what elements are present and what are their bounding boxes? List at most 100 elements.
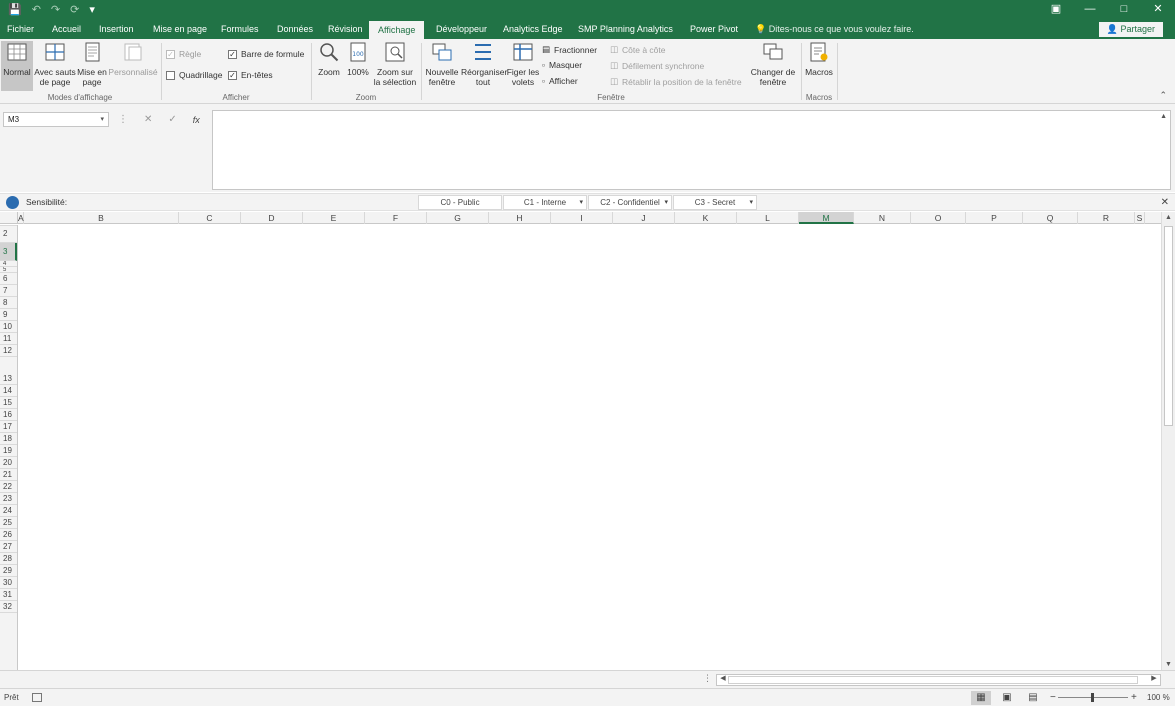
- row-header-31[interactable]: 31: [0, 589, 17, 601]
- row-header-32[interactable]: 32: [0, 601, 17, 613]
- tab-accueil[interactable]: Accueil: [52, 20, 81, 39]
- row-header-12[interactable]: 12: [0, 345, 17, 357]
- row-header-20[interactable]: 20: [0, 457, 17, 469]
- select-all-corner[interactable]: [0, 212, 18, 224]
- column-header-k[interactable]: K: [675, 212, 737, 224]
- column-header-s[interactable]: S: [1135, 212, 1145, 224]
- close-icon[interactable]: ✕: [1141, 0, 1175, 20]
- column-header-b[interactable]: B: [24, 212, 179, 224]
- freeze-panes-button[interactable]: Figer les volets: [506, 41, 540, 87]
- row-header-10[interactable]: 10: [0, 321, 17, 333]
- zoom-level[interactable]: 100 %: [1147, 689, 1170, 707]
- row-header-18[interactable]: 18: [0, 433, 17, 445]
- column-header-l[interactable]: L: [737, 212, 799, 224]
- scroll-up-icon[interactable]: ▲: [1162, 214, 1175, 221]
- ruler-checkbox[interactable]: ✓ Règle: [166, 49, 201, 59]
- column-header-g[interactable]: G: [427, 212, 489, 224]
- normal-view-button[interactable]: Normal: [1, 41, 33, 91]
- collapse-ribbon-icon[interactable]: ⌃: [1159, 90, 1167, 101]
- tab-insertion[interactable]: Insertion: [99, 20, 134, 39]
- vertical-scrollbar[interactable]: ▲ ▼: [1161, 212, 1175, 670]
- row-header-15[interactable]: 15: [0, 397, 17, 409]
- scroll-right-icon[interactable]: ▶: [1149, 674, 1159, 682]
- splitter-handle[interactable]: ⋮: [703, 673, 712, 684]
- tab-mise-en-page[interactable]: Mise en page: [153, 20, 207, 39]
- macros-button[interactable]: Macros: [804, 41, 834, 77]
- column-header-m[interactable]: M: [799, 212, 854, 224]
- side-by-side-button[interactable]: ◫ Côte à côte: [610, 44, 666, 55]
- column-header-q[interactable]: Q: [1023, 212, 1078, 224]
- column-header-p[interactable]: P: [966, 212, 1023, 224]
- hide-button[interactable]: ▫ Masquer: [542, 60, 582, 70]
- reset-position-button[interactable]: ◫ Rétablir la position de la fenêtre: [610, 76, 742, 87]
- zoom-100-button[interactable]: 100 100%: [345, 41, 371, 77]
- tab-données[interactable]: Données: [277, 20, 313, 39]
- enter-icon[interactable]: ✓: [168, 114, 176, 125]
- macro-recording-icon[interactable]: [32, 693, 42, 702]
- row-header-24[interactable]: 24: [0, 505, 17, 517]
- cancel-icon[interactable]: ✕: [144, 114, 152, 125]
- tab-analytics-edge[interactable]: Analytics Edge: [503, 20, 563, 39]
- arrange-all-button[interactable]: Réorganiser tout: [461, 41, 507, 87]
- tab-affichage[interactable]: Affichage: [369, 20, 425, 39]
- scroll-left-icon[interactable]: ◀: [718, 674, 728, 682]
- headings-checkbox[interactable]: ✓ En-têtes: [228, 70, 273, 80]
- tab-smp-planning-analytics[interactable]: SMP Planning Analytics: [578, 20, 673, 39]
- unhide-button[interactable]: ▫ Afficher: [542, 76, 578, 86]
- redo-icon[interactable]: ↷: [51, 2, 60, 18]
- column-header-d[interactable]: D: [241, 212, 303, 224]
- row-header-14[interactable]: 14: [0, 385, 17, 397]
- row-header-2[interactable]: 2: [0, 225, 17, 243]
- refresh-icon[interactable]: ⟳: [70, 2, 79, 18]
- name-box[interactable]: M3 ▾: [3, 112, 109, 127]
- column-header-n[interactable]: N: [854, 212, 911, 224]
- split-button[interactable]: ▤ Fractionner: [542, 44, 597, 55]
- row-header-17[interactable]: 17: [0, 421, 17, 433]
- tell-me-search[interactable]: 💡 Dites-nous ce que vous voulez faire.: [755, 20, 914, 39]
- tab-power-pivot[interactable]: Power Pivot: [690, 20, 738, 39]
- zoom-button[interactable]: Zoom: [314, 41, 344, 77]
- row-header-6[interactable]: 6: [0, 273, 17, 285]
- scroll-down-icon[interactable]: ▼: [1162, 661, 1175, 668]
- column-header-c[interactable]: C: [179, 212, 241, 224]
- row-header-22[interactable]: 22: [0, 481, 17, 493]
- sensitivity-c0-button[interactable]: C0 - Public: [418, 195, 502, 210]
- zoom-out-icon[interactable]: −: [1050, 689, 1056, 707]
- tab-fichier[interactable]: Fichier: [7, 20, 34, 39]
- row-header-21[interactable]: 21: [0, 469, 17, 481]
- insert-function-icon[interactable]: fx: [193, 115, 200, 125]
- row-header-7[interactable]: 7: [0, 285, 17, 297]
- zoom-in-icon[interactable]: +: [1131, 689, 1137, 707]
- sensitivity-c2-button[interactable]: C2 - Confidentiel ▾: [588, 195, 672, 210]
- customize-qat-icon[interactable]: ▾: [89, 2, 95, 18]
- row-header-25[interactable]: 25: [0, 517, 17, 529]
- row-header-3[interactable]: 3: [0, 243, 17, 261]
- row-header-29[interactable]: 29: [0, 565, 17, 577]
- gridlines-checkbox[interactable]: Quadrillage: [166, 70, 222, 80]
- share-button[interactable]: 👤 Partager: [1098, 22, 1163, 37]
- formula-bar-checkbox[interactable]: ✓ Barre de formule: [228, 49, 304, 59]
- sensitivity-c3-button[interactable]: C3 - Secret ▾: [673, 195, 757, 210]
- switch-windows-button[interactable]: Changer de fenêtre: [750, 41, 796, 87]
- row-header-11[interactable]: 11: [0, 333, 17, 345]
- column-header-r[interactable]: R: [1078, 212, 1135, 224]
- normal-view-status-icon[interactable]: ▦: [971, 691, 991, 705]
- worksheet-grid[interactable]: [18, 225, 1160, 670]
- row-header-27[interactable]: 27: [0, 541, 17, 553]
- column-header-o[interactable]: O: [911, 212, 966, 224]
- save-icon[interactable]: 💾: [8, 2, 22, 18]
- tab-développeur[interactable]: Développeur: [436, 20, 487, 39]
- collapse-formula-icon[interactable]: ▲: [1160, 113, 1167, 120]
- row-header-8[interactable]: 8: [0, 297, 17, 309]
- page-break-status-icon[interactable]: ▤: [1023, 691, 1043, 705]
- undo-icon[interactable]: ↶: [32, 2, 41, 18]
- page-layout-view-button[interactable]: Mise en page: [77, 41, 107, 87]
- column-header-i[interactable]: I: [551, 212, 613, 224]
- ribbon-display-options-icon[interactable]: ▣: [1039, 0, 1073, 20]
- column-header-h[interactable]: H: [489, 212, 551, 224]
- row-header-26[interactable]: 26: [0, 529, 17, 541]
- vertical-scroll-thumb[interactable]: [1164, 226, 1173, 426]
- row-header-9[interactable]: 9: [0, 309, 17, 321]
- sync-scroll-button[interactable]: ◫ Défilement synchrone: [610, 60, 704, 71]
- page-layout-status-icon[interactable]: ▣: [997, 691, 1017, 705]
